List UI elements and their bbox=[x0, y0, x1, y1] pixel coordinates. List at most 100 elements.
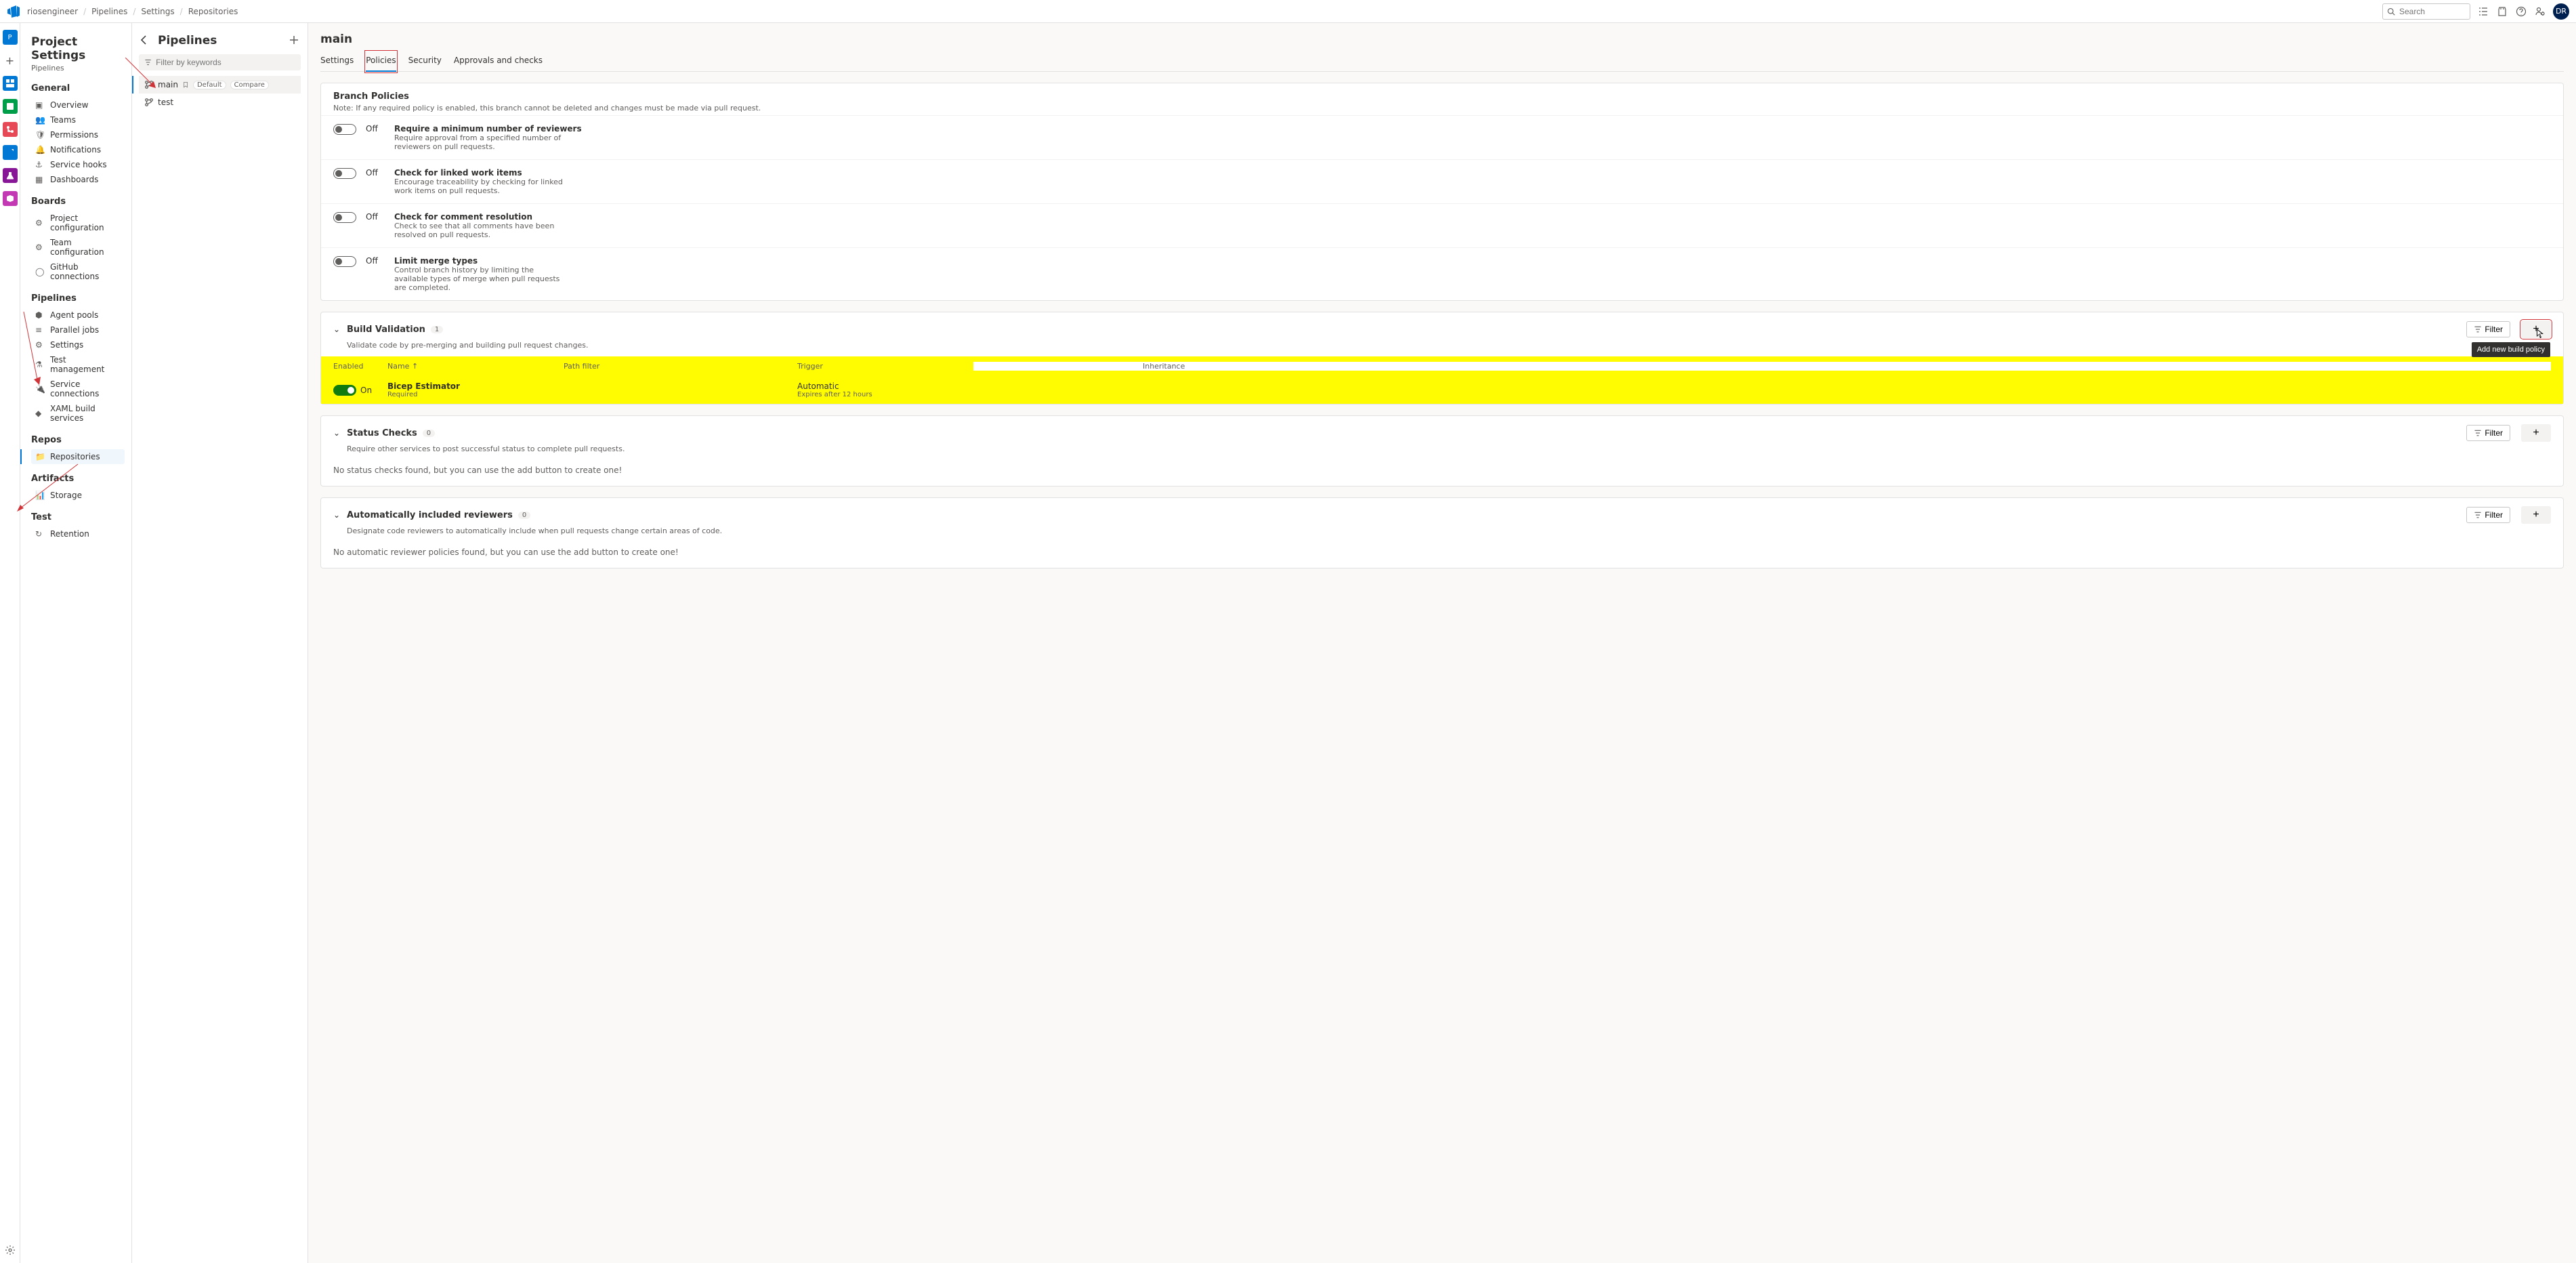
rail-pipelines-icon[interactable] bbox=[3, 145, 18, 160]
rail-settings-icon[interactable] bbox=[3, 1243, 18, 1258]
add-branch-button[interactable] bbox=[289, 35, 301, 47]
nav-xaml[interactable]: ◆XAML build services bbox=[31, 401, 125, 426]
settings-subtitle: Pipelines bbox=[31, 64, 125, 73]
ar-filter-button[interactable]: Filter bbox=[2466, 507, 2510, 523]
filter-input[interactable] bbox=[156, 58, 295, 67]
toggle-state: Off bbox=[366, 168, 385, 178]
sc-filter-button[interactable]: Filter bbox=[2466, 425, 2510, 441]
plug-icon: 🔌 bbox=[35, 384, 45, 394]
tab-security[interactable]: Security bbox=[408, 51, 442, 71]
chevron-down-icon[interactable]: ⌄ bbox=[333, 428, 341, 438]
hook-icon: ⚓ bbox=[35, 160, 45, 169]
bv-filter-button[interactable]: Filter bbox=[2466, 321, 2510, 337]
nav-agent-pools[interactable]: ⬢Agent pools bbox=[31, 308, 125, 323]
filter-icon bbox=[2474, 325, 2482, 333]
branch-main[interactable]: main Default Compare bbox=[139, 76, 301, 94]
xaml-icon: ◆ bbox=[35, 409, 45, 418]
nav-project-config[interactable]: ⚙Project configuration bbox=[31, 211, 125, 235]
bv-count: 1 bbox=[431, 326, 443, 333]
azure-devops-logo-icon[interactable] bbox=[7, 5, 20, 18]
crumb-settings[interactable]: Settings bbox=[141, 7, 174, 16]
bv-heading: Build Validation bbox=[347, 325, 425, 335]
sc-count: 0 bbox=[423, 430, 435, 437]
ar-heading: Automatically included reviewers bbox=[347, 510, 513, 520]
nav-repositories[interactable]: 📁Repositories bbox=[31, 449, 125, 464]
col-trigger: Trigger bbox=[797, 362, 973, 371]
crumb-repositories[interactable]: Repositories bbox=[188, 7, 238, 16]
nav-group-pipelines: Pipelines bbox=[31, 293, 125, 304]
avatar[interactable]: DR bbox=[2553, 3, 2569, 20]
ar-empty: No automatic reviewer policies found, bu… bbox=[321, 542, 2563, 568]
toggle-min-reviewers[interactable] bbox=[333, 124, 356, 135]
bv-row-toggle[interactable] bbox=[333, 385, 356, 396]
nav-overview[interactable]: ▣Overview bbox=[31, 98, 125, 112]
rail-repos-icon[interactable] bbox=[3, 122, 18, 137]
ar-add-button[interactable]: + bbox=[2521, 506, 2551, 524]
nav-notifications[interactable]: 🔔Notifications bbox=[31, 142, 125, 157]
toggle-comment-res[interactable] bbox=[333, 212, 356, 223]
policy-title: Require a minimum number of reviewers bbox=[394, 124, 582, 133]
tab-policies[interactable]: Policies bbox=[366, 51, 396, 72]
branch-filter[interactable] bbox=[139, 54, 301, 70]
toggle-limit-merge[interactable] bbox=[333, 256, 356, 267]
user-settings-icon[interactable] bbox=[2534, 5, 2546, 18]
nav-storage[interactable]: 📊Storage bbox=[31, 488, 125, 503]
rail-project-icon[interactable]: P bbox=[3, 30, 18, 45]
bookmark-icon bbox=[182, 81, 189, 88]
toggle-linked-items[interactable] bbox=[333, 168, 356, 179]
github-icon: ◯ bbox=[35, 267, 45, 276]
nav-service-hooks[interactable]: ⚓Service hooks bbox=[31, 157, 125, 172]
col-name[interactable]: Name ↑ bbox=[387, 362, 564, 371]
tab-settings[interactable]: Settings bbox=[320, 51, 354, 71]
nav-group-boards: Boards bbox=[31, 196, 125, 207]
crumb-org[interactable]: riosengineer bbox=[27, 7, 78, 16]
policy-title: Check for linked work items bbox=[394, 168, 564, 178]
col-inheritance: Inheritance bbox=[973, 362, 2551, 371]
nav-teams[interactable]: 👥Teams bbox=[31, 112, 125, 127]
teams-icon: 👥 bbox=[35, 115, 45, 125]
nav-parallel-jobs[interactable]: ≡Parallel jobs bbox=[31, 323, 125, 337]
policy-limit-merge: Off Limit merge types Control branch his… bbox=[321, 247, 2563, 300]
col-enabled: Enabled bbox=[333, 362, 387, 371]
bv-row-bicep[interactable]: On Bicep Estimator Required Automatic Ex… bbox=[321, 376, 2563, 404]
nav-github[interactable]: ◯GitHub connections bbox=[31, 260, 125, 284]
global-search[interactable] bbox=[2382, 3, 2470, 20]
help-icon[interactable] bbox=[2515, 5, 2527, 18]
rail-overview-icon[interactable] bbox=[3, 76, 18, 91]
build-validation-card: ⌄ Build Validation 1 Filter + Add new bu… bbox=[320, 312, 2564, 405]
nav-permissions[interactable]: 🛡Permissions bbox=[31, 127, 125, 142]
marketplace-icon[interactable] bbox=[2496, 5, 2508, 18]
chevron-down-icon[interactable]: ⌄ bbox=[333, 510, 341, 520]
dashboard-icon: ▦ bbox=[35, 175, 45, 184]
work-items-icon[interactable] bbox=[2477, 5, 2489, 18]
branch-icon bbox=[144, 80, 154, 89]
nav-service-conn[interactable]: 🔌Service connections bbox=[31, 377, 125, 401]
nav-team-config[interactable]: ⚙Team configuration bbox=[31, 235, 125, 260]
policy-desc: Check to see that all comments have been… bbox=[394, 222, 564, 239]
nav-dashboards[interactable]: ▦Dashboards bbox=[31, 172, 125, 187]
settings-title: Project Settings bbox=[31, 35, 125, 62]
bv-add-button[interactable]: + Add new build policy bbox=[2521, 320, 2551, 338]
nav-retention[interactable]: ↻Retention bbox=[31, 526, 125, 541]
sc-add-button[interactable]: + bbox=[2521, 424, 2551, 442]
policy-comment-res: Off Check for comment resolution Check t… bbox=[321, 203, 2563, 247]
compare-badge: Compare bbox=[230, 81, 269, 89]
rail-add-icon[interactable]: + bbox=[3, 53, 18, 68]
ar-count: 0 bbox=[518, 512, 530, 519]
back-button[interactable] bbox=[139, 35, 151, 47]
policy-min-reviewers: Off Require a minimum number of reviewer… bbox=[321, 115, 2563, 159]
branch-test[interactable]: test bbox=[139, 94, 301, 111]
rail-testplans-icon[interactable] bbox=[3, 168, 18, 183]
chevron-down-icon[interactable]: ⌄ bbox=[333, 325, 341, 334]
gear-icon: ⚙ bbox=[35, 340, 45, 350]
rail-boards-icon[interactable] bbox=[3, 99, 18, 114]
bv-desc: Validate code by pre-merging and buildin… bbox=[321, 339, 2563, 356]
branch-policies-card: Branch Policies Note: If any required po… bbox=[320, 83, 2564, 301]
nav-settings-item[interactable]: ⚙Settings bbox=[31, 337, 125, 352]
crumb-pipelines[interactable]: Pipelines bbox=[91, 7, 127, 16]
rail-artifacts-icon[interactable] bbox=[3, 191, 18, 206]
tab-approvals[interactable]: Approvals and checks bbox=[454, 51, 543, 71]
nav-test-mgmt[interactable]: ⚗Test management bbox=[31, 352, 125, 377]
nav-group-test: Test bbox=[31, 512, 125, 522]
search-input[interactable] bbox=[2399, 7, 2460, 16]
